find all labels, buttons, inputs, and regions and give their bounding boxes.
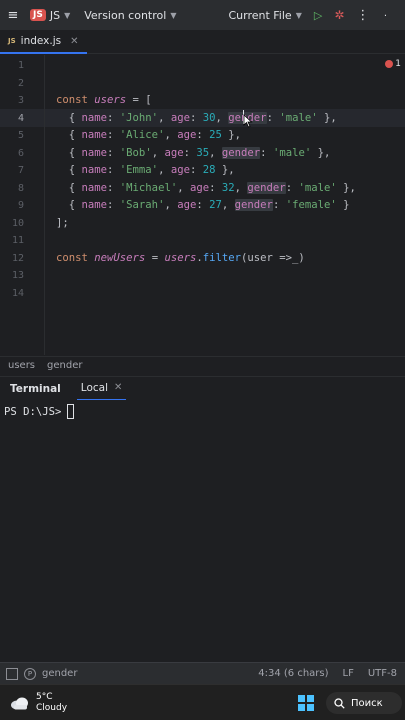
vcs-label: Version control [84, 8, 167, 22]
code-line-6: { name: 'Bob', age: 35, gender: 'male' }… [56, 146, 331, 159]
line-number: 5 [17, 130, 24, 141]
project-badge: JS [30, 9, 46, 21]
tab-label: index.js [20, 35, 62, 47]
terminal-tab-local[interactable]: Local ✕ [76, 377, 127, 401]
caret-position[interactable]: 4:34 (6 chars) [258, 668, 328, 679]
search-icon [334, 697, 345, 709]
line-number: 9 [17, 200, 24, 211]
status-context[interactable]: gender [42, 668, 77, 679]
breadcrumb: users gender [0, 356, 405, 374]
line-number: 2 [17, 77, 24, 89]
tab-index-js[interactable]: JS index.js ✕ [0, 30, 87, 54]
line-number: 12 [11, 252, 24, 264]
project-selector[interactable]: JS JS ▼ [30, 9, 70, 22]
titlebar-dot: . [383, 8, 387, 19]
status-bar: P gender 4:34 (6 chars) LF UTF-8 [0, 662, 405, 684]
title-bar: ≡ JS JS ▼ Version control ▼ Current File… [0, 0, 405, 30]
line-number-active: 4 [17, 112, 24, 124]
code-editor[interactable]: 1 2 3 4 5 6 7 8 9 10 11 12 13 14 1 const… [0, 55, 405, 355]
terminal-body[interactable]: PS D:\JS> [0, 400, 405, 662]
code-line-4: { name: 'John', age: 30, gender: 'male' … [56, 111, 337, 124]
terminal-header: Terminal Local ✕ [0, 376, 405, 401]
code-line-3: const users = [ [56, 94, 152, 106]
toggle-tool-windows-icon[interactable] [6, 667, 18, 680]
weather-widget[interactable]: 5°C Cloudy [10, 692, 67, 714]
code-line-7: { name: 'Emma', age: 28 }, [56, 164, 235, 176]
search-label: Поиск [351, 697, 383, 709]
line-number: 8 [17, 182, 24, 194]
line-number: 13 [11, 270, 24, 281]
line-number: 11 [11, 235, 24, 246]
line-number: 7 [17, 165, 24, 176]
js-file-icon: JS [8, 37, 16, 45]
code-line-10: ]; [56, 216, 69, 229]
close-icon[interactable]: ✕ [114, 382, 122, 393]
code-line-12: const newUsers = users.filter(user =>_) [56, 251, 305, 264]
project-name: JS [49, 8, 61, 22]
chevron-down-icon: ▼ [64, 10, 71, 20]
terminal-cursor [67, 404, 75, 419]
cloud-icon [11, 697, 28, 709]
terminal-prompt: PS D:\JS> [4, 404, 75, 419]
inspection-widget[interactable]: 1 [385, 59, 401, 69]
chevron-down-icon: ▼ [170, 10, 177, 20]
breadcrumb-item-gender[interactable]: gender [47, 360, 82, 371]
line-number: 6 [17, 147, 24, 159]
code-line-9: { name: 'Sarah', age: 27, gender: 'femal… [56, 199, 350, 211]
line-number: 3 [17, 95, 24, 106]
version-control-menu[interactable]: Version control ▼ [84, 9, 176, 22]
weather-temp: 5°C [36, 691, 53, 702]
line-number: 10 [11, 217, 24, 229]
weather-condition: Cloudy [36, 702, 68, 713]
prompt-text: PS D:\JS> [4, 405, 62, 418]
os-taskbar: 5°C Cloudy Поиск [0, 684, 405, 720]
line-number-gutter: 1 2 3 4 5 6 7 8 9 10 11 12 13 14 [0, 55, 34, 355]
terminal-title: Terminal [10, 382, 61, 395]
gutter-separator [44, 55, 45, 355]
run-configuration-selector[interactable]: Current File ▼ [228, 9, 301, 22]
structure-icon: P [24, 667, 36, 680]
taskbar-search[interactable]: Поиск [326, 692, 402, 714]
editor-tab-bar: JS index.js ✕ [0, 30, 405, 54]
line-number: 14 [11, 287, 24, 299]
chevron-down-icon: ▼ [295, 10, 302, 20]
terminal-tab-label: Local [80, 381, 108, 394]
run-icon[interactable]: ▷ [314, 9, 322, 22]
debug-icon[interactable]: ✲ [334, 8, 344, 22]
error-icon [385, 60, 394, 68]
code-line-5: { name: 'Alice', age: 25 }, [56, 129, 242, 141]
main-menu-icon[interactable]: ≡ [0, 0, 26, 30]
line-number: 1 [17, 60, 24, 71]
breadcrumb-item-users[interactable]: users [8, 360, 35, 371]
close-icon[interactable]: ✕ [70, 36, 78, 47]
warning-count: 1 [395, 59, 401, 69]
more-icon[interactable]: ⋮ [356, 8, 369, 23]
run-config-label: Current File [228, 8, 292, 22]
file-encoding[interactable]: UTF-8 [368, 668, 397, 679]
code-line-8: { name: 'Michael', age: 32, gender: 'mal… [56, 181, 356, 194]
line-separator[interactable]: LF [343, 668, 354, 679]
windows-start-icon[interactable] [298, 695, 314, 711]
mouse-pointer-icon [243, 114, 253, 128]
